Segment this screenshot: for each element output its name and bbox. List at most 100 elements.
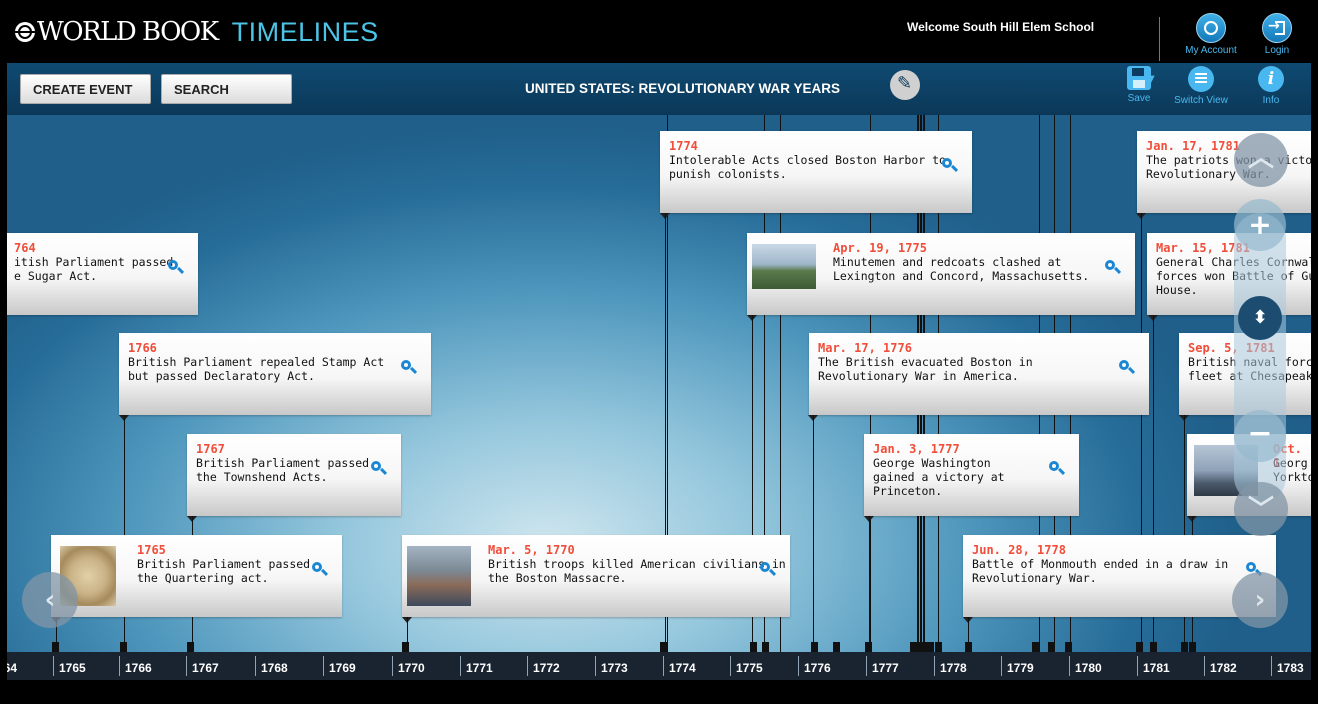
brand-name: WORLD BOOK bbox=[37, 17, 219, 47]
axis-year-label: 1765 bbox=[59, 661, 86, 675]
event-connector-line bbox=[869, 516, 870, 652]
axis-tick bbox=[1204, 656, 1205, 676]
search-events-button[interactable]: SEARCH EVENTS bbox=[161, 74, 292, 127]
info-button[interactable]: i Info bbox=[1256, 66, 1286, 106]
event-card[interactable]: Jan. 3, 1777 George Washington gained a v… bbox=[864, 434, 1079, 516]
axis-year-label: 1777 bbox=[872, 661, 899, 675]
login-button[interactable]: Login bbox=[1253, 13, 1301, 56]
scroll-down-button[interactable]: ﹀ bbox=[1234, 482, 1288, 536]
magnifier-icon[interactable] bbox=[401, 360, 415, 374]
globe-logo-icon bbox=[15, 22, 35, 42]
event-thumbnail-image[interactable] bbox=[752, 244, 816, 289]
timeline-canvas[interactable]: 1774 Intolerable Acts closed Boston Harbo… bbox=[7, 115, 1311, 652]
event-marker[interactable] bbox=[920, 642, 927, 652]
event-description: The British evacuated Boston in Revoluti… bbox=[818, 355, 1033, 383]
zoom-in-button[interactable]: + bbox=[1234, 199, 1286, 251]
magnifier-icon[interactable] bbox=[1119, 360, 1133, 374]
zoom-out-button[interactable]: − bbox=[1234, 410, 1286, 462]
event-description: British Parliament passed the Quartering… bbox=[137, 557, 311, 585]
axis-year-label: 1769 bbox=[329, 661, 356, 675]
event-marker[interactable] bbox=[52, 642, 59, 652]
axis-tick bbox=[1069, 656, 1070, 676]
axis-tick bbox=[186, 656, 187, 676]
event-marker[interactable] bbox=[1065, 642, 1072, 652]
axis-year-label: 1771 bbox=[466, 661, 493, 675]
event-marker[interactable] bbox=[1136, 642, 1143, 652]
magnifier-icon[interactable] bbox=[760, 562, 774, 576]
axis-year-label: 1783 bbox=[1277, 661, 1304, 675]
save-button[interactable]: ▼ Save bbox=[1117, 66, 1161, 104]
event-marker[interactable] bbox=[762, 642, 769, 652]
axis-tick bbox=[934, 656, 935, 676]
event-marker[interactable] bbox=[1032, 642, 1039, 652]
scroll-right-button[interactable]: › bbox=[1232, 572, 1288, 628]
axis-year-label: 1773 bbox=[601, 661, 628, 675]
event-marker[interactable] bbox=[1048, 642, 1055, 652]
event-date: Mar. 17, 1776 bbox=[818, 341, 912, 355]
event-card[interactable]: Mar. 5, 1770 British troops killed Americ… bbox=[402, 535, 790, 617]
event-marker[interactable] bbox=[402, 642, 409, 652]
world-book-logo[interactable]: WORLD BOOK TIMELINES bbox=[15, 17, 379, 47]
event-marker[interactable] bbox=[935, 642, 942, 652]
event-card[interactable]: Jun. 28, 1778 Battle of Monmouth ended in… bbox=[963, 535, 1276, 617]
event-card[interactable]: 1766 British Parliament repealed Stamp Ac… bbox=[119, 333, 431, 415]
event-card[interactable]: Apr. 19, 1775 Minutemen and redcoats clas… bbox=[747, 233, 1135, 315]
event-description: British Parliament repealed Stamp Act bu… bbox=[128, 355, 385, 383]
magnifier-icon[interactable] bbox=[168, 260, 182, 274]
scroll-left-button[interactable]: ‹ bbox=[22, 572, 78, 628]
event-card[interactable]: 1767 British Parliament passed the Townsh… bbox=[187, 434, 401, 516]
event-marker[interactable] bbox=[927, 642, 934, 652]
chevron-down-icon[interactable]: ▼ bbox=[1147, 74, 1155, 85]
axis-year-label: 1778 bbox=[940, 661, 967, 675]
magnifier-icon[interactable] bbox=[371, 461, 385, 475]
year-axis[interactable]: 764 1765 1766 1767 1768 1769 1770 1771 1772 1773 1… bbox=[7, 652, 1311, 680]
chevron-right-icon: › bbox=[1254, 585, 1266, 615]
chevron-left-icon: ‹ bbox=[44, 585, 56, 615]
edit-title-button[interactable] bbox=[890, 70, 920, 100]
axis-year-label: 1767 bbox=[192, 661, 219, 675]
event-description: Battle of Monmouth ended in a draw in Re… bbox=[972, 557, 1229, 585]
zoom-fit-button[interactable]: ⬍ bbox=[1238, 296, 1282, 340]
event-marker[interactable] bbox=[187, 642, 194, 652]
event-marker[interactable] bbox=[750, 642, 757, 652]
event-card[interactable]: 1774 Intolerable Acts closed Boston Harbo… bbox=[660, 131, 972, 213]
event-card[interactable]: 764 itish Parliament passed e Sugar Act. bbox=[7, 233, 198, 315]
axis-year-label: 1779 bbox=[1007, 661, 1034, 675]
axis-tick bbox=[527, 656, 528, 676]
switch-view-button[interactable]: Switch View bbox=[1172, 66, 1230, 106]
create-event-button[interactable]: CREATE EVENT bbox=[20, 74, 151, 104]
event-marker[interactable] bbox=[1150, 642, 1157, 652]
event-marker[interactable] bbox=[811, 642, 818, 652]
magnifier-icon[interactable] bbox=[1049, 461, 1063, 475]
event-marker[interactable] bbox=[865, 642, 872, 652]
event-marker[interactable] bbox=[660, 642, 667, 652]
event-card[interactable]: 1765 British Parliament passed the Quarte… bbox=[51, 535, 342, 617]
event-card[interactable]: Mar. 17, 1776 The British evacuated Bosto… bbox=[809, 333, 1149, 415]
axis-year-label: 1770 bbox=[398, 661, 425, 675]
event-card[interactable]: Mar. 15, 1781General Charles Cornwall fo… bbox=[1147, 233, 1311, 315]
event-description: Intolerable Acts closed Boston Harbor to… bbox=[669, 153, 946, 181]
scroll-up-button[interactable]: ︿ bbox=[1234, 133, 1288, 187]
event-description: itish Parliament passed e Sugar Act. bbox=[14, 255, 174, 283]
axis-tick bbox=[866, 656, 867, 676]
magnifier-icon[interactable] bbox=[1105, 260, 1119, 274]
magnifier-icon[interactable] bbox=[312, 562, 326, 576]
axis-year-label: 1772 bbox=[533, 661, 560, 675]
event-description: George Washington gained a victory at Pr… bbox=[873, 456, 1005, 498]
event-marker[interactable] bbox=[965, 642, 972, 652]
event-marker[interactable] bbox=[120, 642, 127, 652]
my-account-button[interactable]: My Account bbox=[1181, 13, 1241, 56]
event-marker[interactable] bbox=[833, 642, 840, 652]
login-icon bbox=[1262, 13, 1292, 43]
axis-tick bbox=[119, 656, 120, 676]
event-thumbnail-image[interactable] bbox=[407, 546, 471, 606]
welcome-message: Welcome South Hill Elem School bbox=[907, 20, 1095, 34]
axis-tick bbox=[392, 656, 393, 676]
event-marker[interactable] bbox=[1181, 642, 1188, 652]
axis-year-label: 1775 bbox=[736, 661, 763, 675]
minus-icon: − bbox=[1247, 416, 1273, 451]
event-date: Apr. 19, 1775 bbox=[833, 241, 927, 255]
magnifier-icon[interactable] bbox=[942, 158, 956, 172]
axis-tick bbox=[730, 656, 731, 676]
event-marker[interactable] bbox=[1189, 642, 1196, 652]
